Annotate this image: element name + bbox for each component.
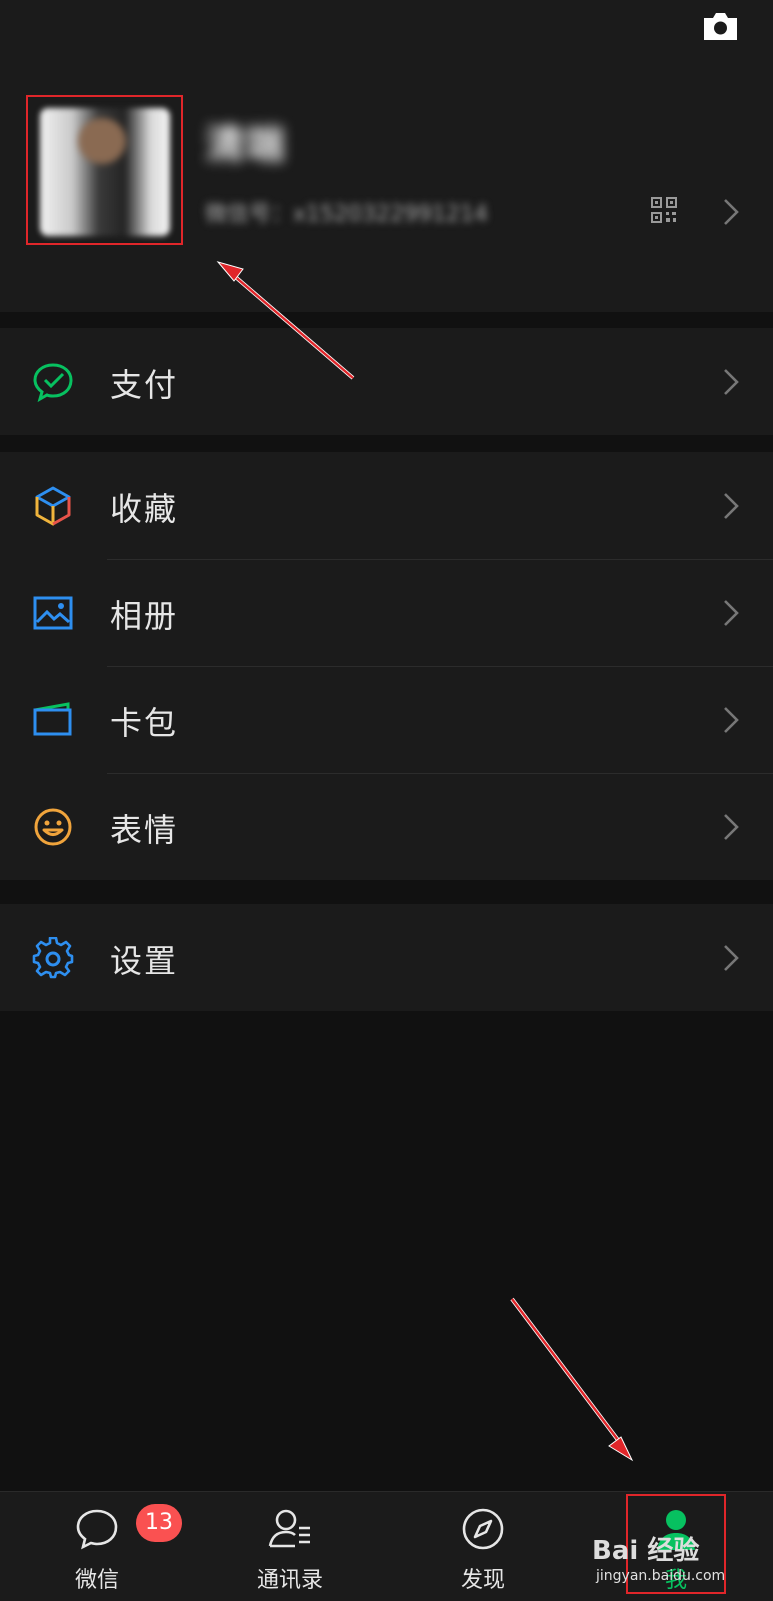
menu-label-pay: 支付 [110,366,179,404]
divider [107,666,773,667]
divider [107,559,773,560]
chevron-right-icon [724,707,739,733]
menu-item-album[interactable]: 相册 [0,559,773,666]
album-picture-icon [33,596,73,630]
menu-label-favorites: 收藏 [110,490,179,528]
watermark-logo: Bai 经验 [592,1536,700,1566]
menu-item-cards[interactable]: 卡包 [0,666,773,773]
chevron-right-icon [724,493,739,519]
menu-label-stickers: 表情 [110,811,179,849]
divider [107,773,773,774]
chevron-right-icon [724,600,739,626]
tab-label-chats: 微信 [74,1568,119,1593]
gear-icon [32,937,74,979]
chat-bubble-icon [76,1509,118,1550]
watermark-url: jingyan.baidu.com [596,1568,726,1584]
menu-label-album: 相册 [110,597,179,635]
qr-code-icon[interactable] [651,197,677,223]
menu-item-pay[interactable]: 支付 [0,328,773,435]
pay-icon [33,363,73,403]
chevron-right-icon [724,199,739,225]
wechat-id: 微信号：x1520322991214 [205,202,488,227]
annotation-arrow-to-me-tab [510,1297,634,1462]
annotation-highlight-avatar [26,95,183,245]
tab-contacts[interactable]: 通讯录 [220,1492,360,1601]
smiley-face-icon [34,808,72,846]
menu-group-settings: 设置 [0,904,773,1011]
menu-item-settings[interactable]: 设置 [0,904,773,1011]
menu-label-settings: 设置 [110,942,179,980]
tab-discover[interactable]: 发现 [413,1492,553,1601]
compass-icon [462,1508,504,1550]
favorites-cube-icon [35,486,71,526]
menu-group-main: 收藏 相册 卡包 表情 [0,452,773,880]
tab-label-contacts: 通讯录 [256,1568,323,1593]
menu-group-pay: 支付 [0,328,773,435]
card-wallet-icon [33,702,72,736]
chevron-right-icon [724,945,739,971]
profile-name: 清端 [205,122,285,168]
chevron-right-icon [724,369,739,395]
chevron-right-icon [724,814,739,840]
menu-item-stickers[interactable]: 表情 [0,773,773,880]
menu-label-cards: 卡包 [110,704,179,742]
menu-item-favorites[interactable]: 收藏 [0,452,773,559]
tab-label-discover: 发现 [460,1568,505,1593]
tab-chats[interactable]: 13 微信 [27,1492,182,1601]
unread-badge: 13 [136,1504,182,1542]
camera-icon[interactable] [700,6,740,46]
contacts-icon [268,1509,310,1548]
